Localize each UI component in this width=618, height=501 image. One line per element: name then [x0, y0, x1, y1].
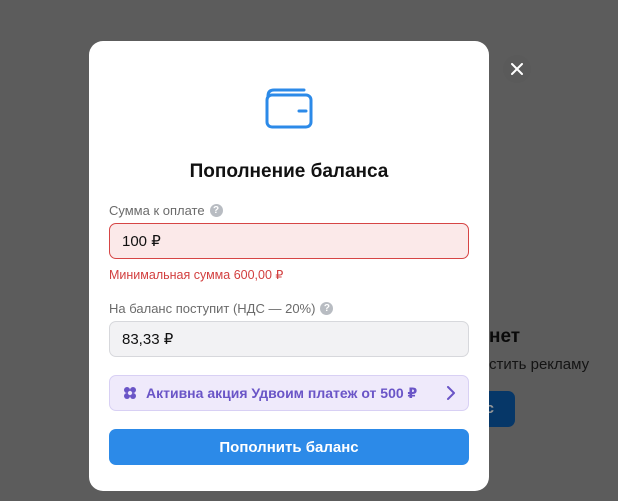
help-icon[interactable]: ?: [320, 302, 334, 315]
top-up-submit-button[interactable]: Пополнить баланс: [109, 429, 469, 465]
credited-label: На баланс поступит (НДС — 20%): [109, 301, 316, 316]
chevron-right-icon: [447, 386, 455, 400]
gift-icon: [124, 387, 136, 399]
top-up-modal: Пополнение баланса Сумма к оплате ? 100 …: [89, 41, 489, 491]
credited-value: 83,33 ₽: [122, 331, 174, 348]
help-icon[interactable]: ?: [209, 204, 223, 217]
amount-input[interactable]: 100 ₽: [109, 223, 469, 259]
credited-label-row: На баланс поступит (НДС — 20%) ?: [109, 301, 334, 316]
amount-label: Сумма к оплате: [109, 203, 205, 218]
promo-banner[interactable]: Активна акция Удвоим платеж от 500 ₽: [109, 375, 469, 411]
close-button[interactable]: [503, 55, 531, 83]
modal-title: Пополнение баланса: [189, 161, 389, 182]
promo-label: Активна акция Удвоим платеж от 500 ₽: [146, 384, 418, 401]
amount-label-row: Сумма к оплате ?: [109, 203, 223, 218]
amount-value: 100 ₽: [122, 233, 161, 250]
amount-error-message: Минимальная сумма 600,00 ₽: [109, 268, 284, 282]
close-icon: [511, 63, 523, 75]
credited-amount-field: 83,33 ₽: [109, 321, 469, 357]
wallet-icon: [265, 88, 313, 129]
